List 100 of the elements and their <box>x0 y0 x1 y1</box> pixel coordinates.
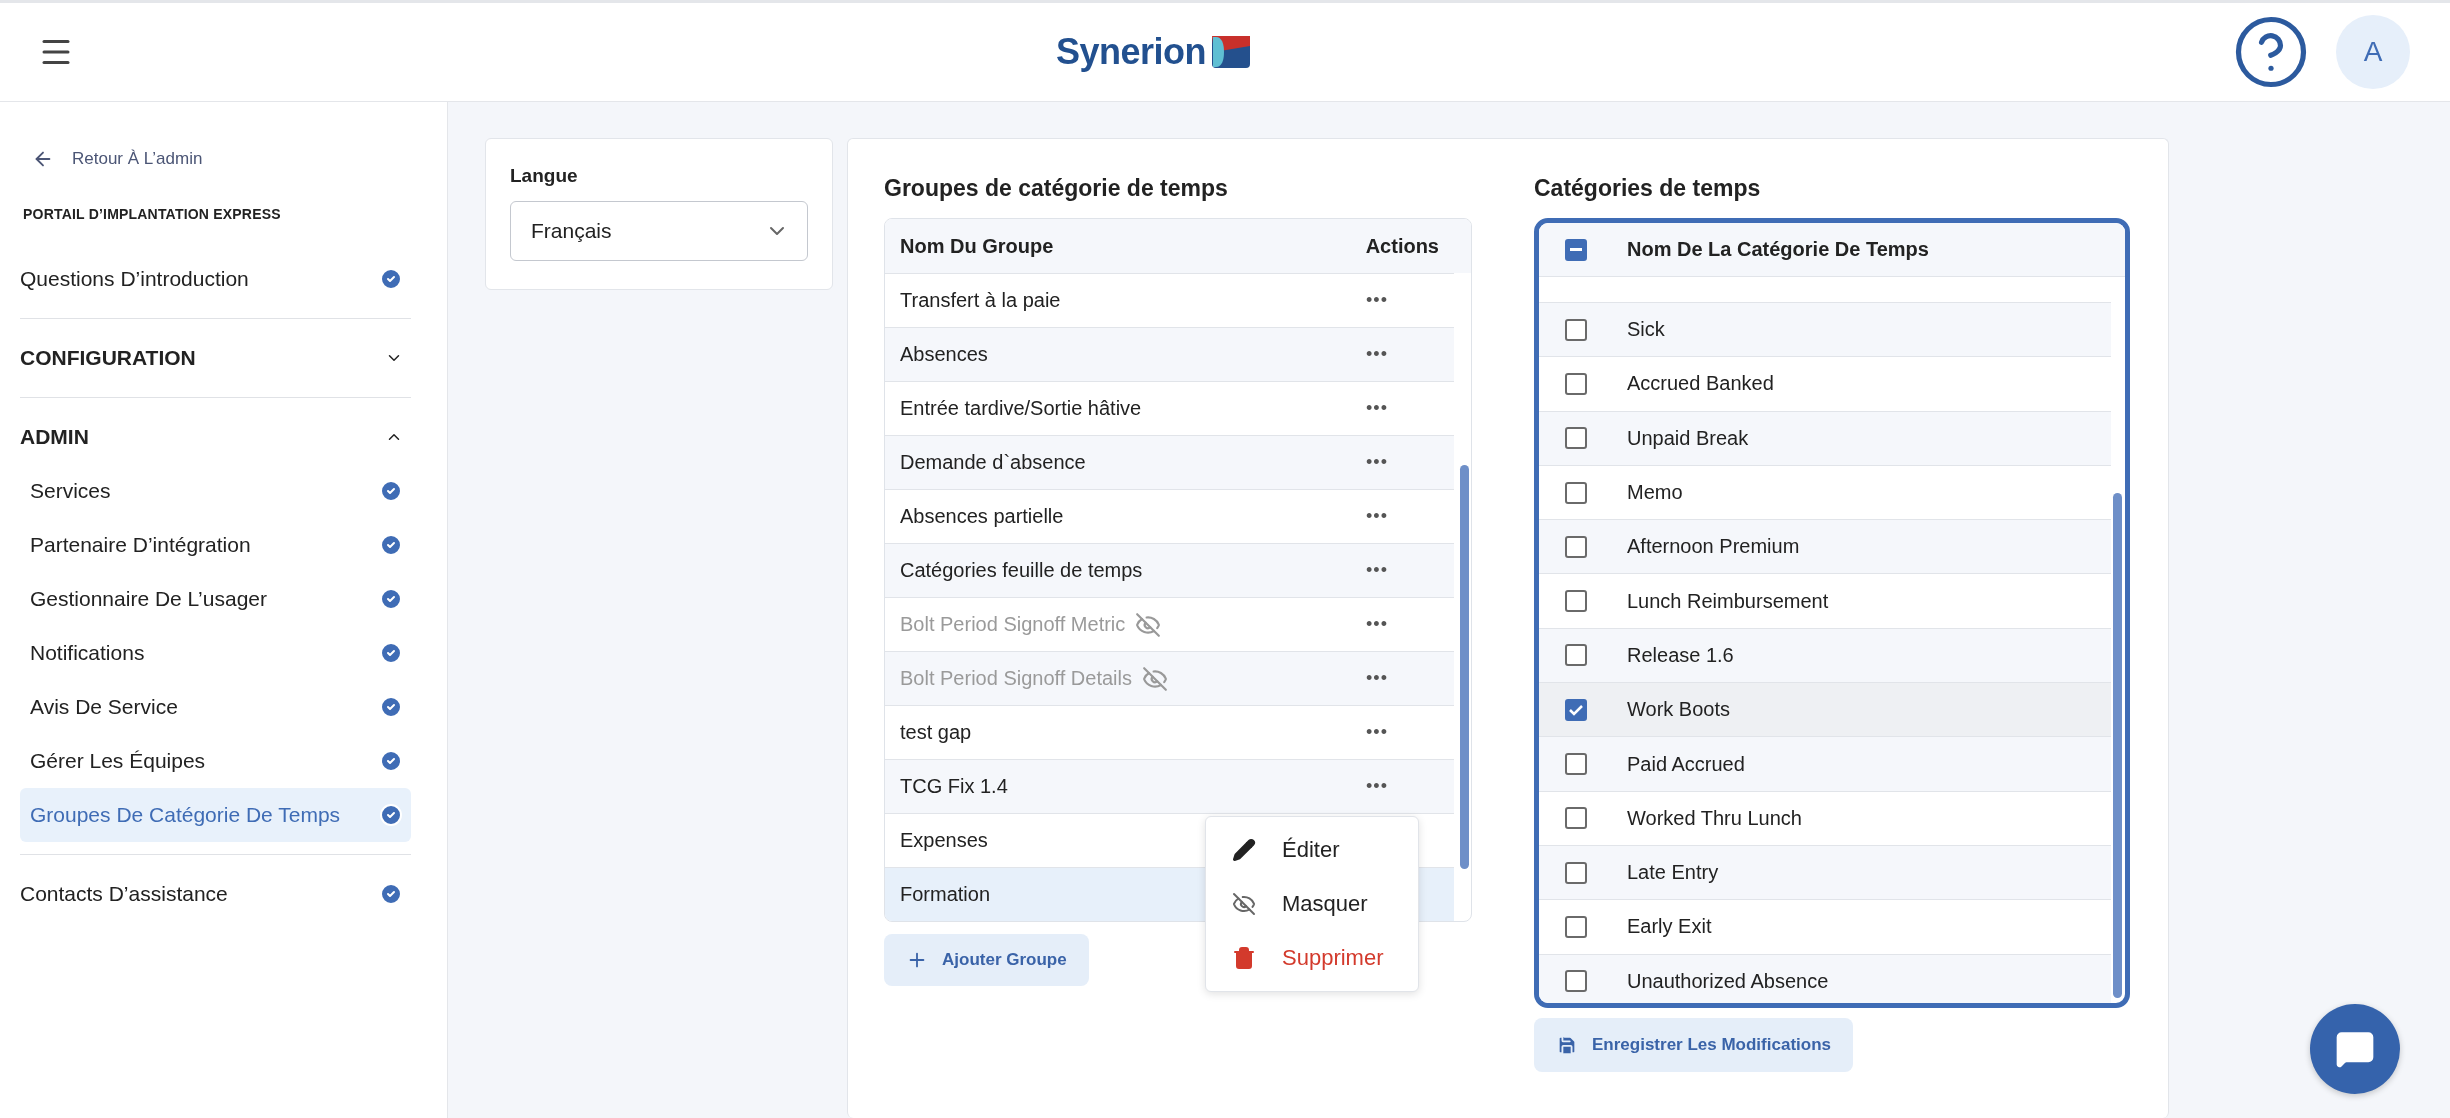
sidebar-item[interactable]: Groupes De Catégorie De Temps <box>20 788 411 842</box>
chat-button[interactable] <box>2310 1004 2400 1094</box>
more-actions-button[interactable]: ••• <box>1347 721 1407 744</box>
check-circle-icon <box>379 749 403 773</box>
checkbox[interactable] <box>1565 644 1587 667</box>
checkbox[interactable] <box>1565 535 1587 558</box>
group-name: Transfert à la paie <box>900 289 1061 312</box>
category-name: Unauthorized Absence <box>1627 969 1829 993</box>
checkbox[interactable] <box>1565 698 1587 721</box>
checkbox[interactable] <box>1565 318 1587 341</box>
select-all-checkbox[interactable] <box>1565 238 1587 261</box>
add-group-button[interactable]: Ajouter Groupe <box>884 934 1089 986</box>
sidebar-item[interactable]: Questions D’introduction <box>20 252 411 306</box>
table-row[interactable]: Catégories feuille de temps ••• <box>885 543 1454 597</box>
checkbox[interactable] <box>1565 861 1587 884</box>
save-icon <box>1556 1034 1578 1056</box>
menu-item[interactable]: Supprimer <box>1206 931 1418 985</box>
back-link[interactable]: Retour À L’admin <box>20 142 411 176</box>
sidebar-item[interactable]: Partenaire D’intégration <box>20 518 411 572</box>
group-name: test gap <box>900 721 972 744</box>
table-row[interactable]: Demande d`absence ••• <box>885 435 1454 489</box>
category-name: Release 1.6 <box>1627 643 1734 667</box>
scrollbar-thumb[interactable] <box>2113 493 2122 998</box>
portal-title: PORTAIL D’IMPLANTATION EXPRESS <box>23 206 282 222</box>
menu-item[interactable]: Éditer <box>1206 823 1418 877</box>
group-name: Expenses <box>900 829 988 852</box>
more-actions-button[interactable]: ••• <box>1347 667 1407 690</box>
more-actions-button[interactable]: ••• <box>1347 505 1407 528</box>
column-header: Actions <box>1365 234 1439 258</box>
category-name: Memo <box>1627 481 1683 505</box>
category-name: Unpaid Break <box>1627 426 1749 450</box>
checkbox[interactable] <box>1565 590 1587 613</box>
checkbox[interactable] <box>1565 970 1587 993</box>
check-circle-icon <box>379 533 403 557</box>
column-header: Nom De La Catégorie De Temps <box>1627 238 1929 261</box>
language-select[interactable]: Français <box>510 201 808 261</box>
category-name: Paid Accrued <box>1627 752 1745 776</box>
sidebar-item[interactable]: Avis De Service <box>20 680 411 734</box>
column-header: Nom Du Groupe <box>900 234 1055 258</box>
table-row[interactable]: TCG Fix 1.4 ••• <box>885 759 1454 813</box>
sidebar-item[interactable]: Gestionnaire De L’usager <box>20 572 411 626</box>
check-circle-icon <box>379 882 403 906</box>
checkbox[interactable] <box>1565 807 1587 830</box>
more-actions-button[interactable]: ••• <box>1347 289 1407 312</box>
save-button[interactable]: Enregistrer Les Modifications <box>1534 1018 1853 1072</box>
section-header[interactable]: ADMIN <box>20 410 411 464</box>
sidebar-item[interactable]: Notifications <box>20 626 411 680</box>
group-name: Absences <box>900 343 988 366</box>
user-avatar[interactable]: A <box>2336 15 2410 89</box>
group-name: TCG Fix 1.4 <box>900 775 1008 798</box>
category-name: Lunch Reimbursement <box>1627 589 1829 613</box>
category-name: Early Exit <box>1627 915 1712 939</box>
table-row[interactable]: Bolt Period Signoff Details ••• <box>885 651 1454 705</box>
checkbox[interactable] <box>1565 372 1587 395</box>
scrollbar-thumb[interactable] <box>1460 465 1469 869</box>
check-circle-icon <box>379 641 403 665</box>
trash-icon <box>1232 946 1256 970</box>
field-label: Langue <box>510 165 579 187</box>
pencil-icon <box>1232 838 1256 862</box>
check-circle-icon <box>379 695 403 719</box>
group-name: Bolt Period Signoff Metric <box>900 613 1126 636</box>
menu-item[interactable]: Masquer <box>1206 877 1418 931</box>
category-name: Late Entry <box>1627 861 1719 885</box>
sidebar-item[interactable]: Services <box>20 464 411 518</box>
category-name: Work Boots <box>1627 698 1730 722</box>
check-circle-icon <box>379 479 403 503</box>
checkbox[interactable] <box>1565 915 1587 938</box>
back-link-label: Retour À L’admin <box>72 149 203 169</box>
group-name: Demande d`absence <box>900 451 1086 474</box>
category-name: Afternoon Premium <box>1627 535 1800 559</box>
more-actions-button[interactable]: ••• <box>1347 775 1407 798</box>
group-name: Catégories feuille de temps <box>900 559 1143 582</box>
sidebar-item[interactable]: Gérer Les Équipes <box>20 734 411 788</box>
check-circle-icon <box>379 267 403 291</box>
check-circle-icon <box>379 803 403 827</box>
sidebar-item[interactable]: Contacts D’assistance <box>20 867 411 921</box>
category-name: Worked Thru Lunch <box>1627 806 1802 830</box>
logo-flag-icon <box>1212 36 1250 68</box>
group-name: Formation <box>900 883 991 906</box>
section-title: Groupes de catégorie de temps <box>884 175 1229 202</box>
table-row[interactable]: Absences ••• <box>885 327 1454 381</box>
checkbox[interactable] <box>1565 427 1587 450</box>
checkbox[interactable] <box>1565 481 1587 504</box>
checkbox[interactable] <box>1565 753 1587 775</box>
category-name: Sick <box>1627 318 1665 342</box>
section-title: Catégories de temps <box>1534 175 1762 202</box>
section-header[interactable]: CONFIGURATION <box>20 331 411 385</box>
chat-icon <box>2335 1029 2375 1069</box>
check-circle-icon <box>379 587 403 611</box>
group-name: Bolt Period Signoff Details <box>900 667 1132 690</box>
more-actions-button[interactable]: ••• <box>1347 343 1407 366</box>
eye-off-icon <box>1135 611 1162 638</box>
more-actions-button[interactable]: ••• <box>1347 451 1407 474</box>
group-name: Entrée tardive/Sortie hâtive <box>900 397 1142 420</box>
more-actions-button[interactable]: ••• <box>1347 397 1407 420</box>
logo: Synerion <box>1055 31 1250 73</box>
more-actions-button[interactable]: ••• <box>1347 613 1407 636</box>
more-actions-button[interactable]: ••• <box>1347 559 1407 582</box>
eye-off-icon <box>1142 665 1168 692</box>
eye-off-icon <box>1232 892 1256 916</box>
